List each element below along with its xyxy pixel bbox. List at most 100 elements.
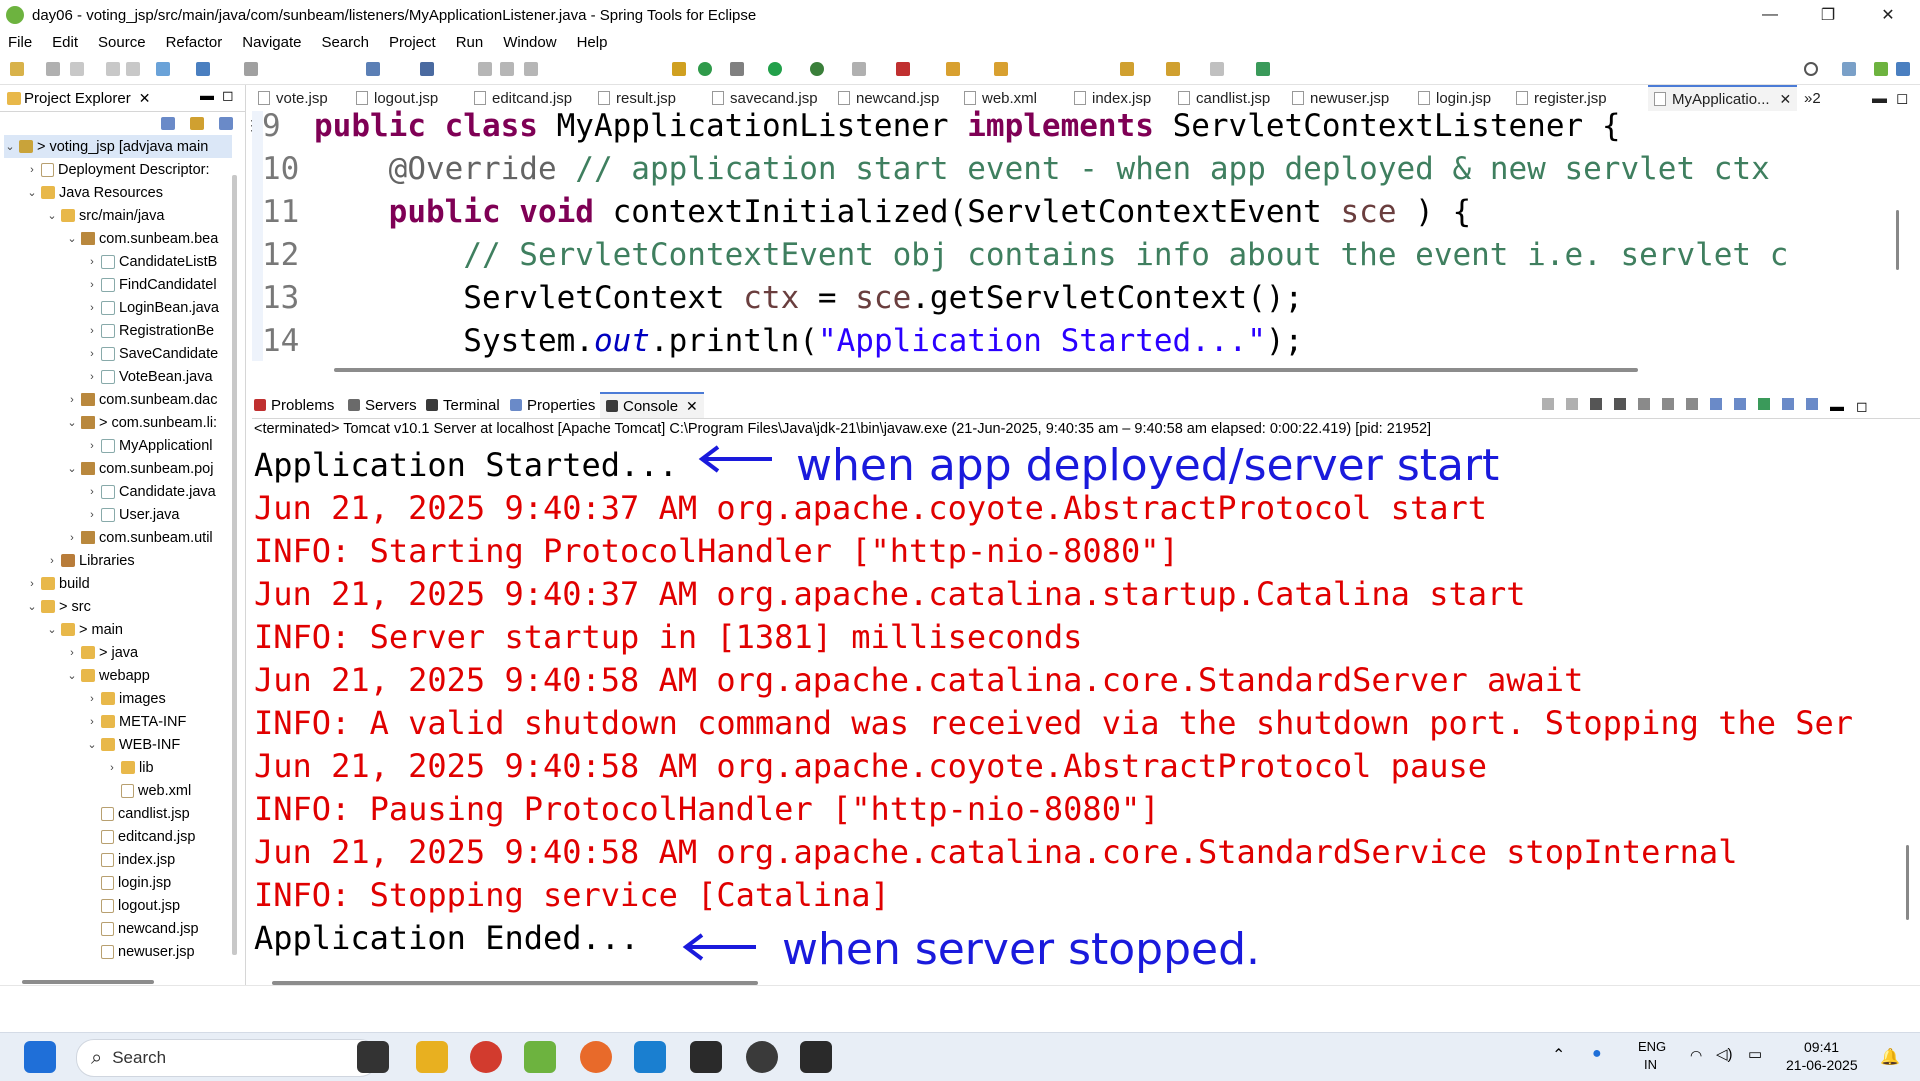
collapsed-chevron-icon[interactable]: › <box>86 256 98 268</box>
expanded-chevron-icon[interactable]: ⌄ <box>66 232 78 245</box>
tree-item[interactable]: ⌄ com.sunbeam.bea <box>66 227 218 250</box>
open-perspective-icon[interactable] <box>1842 62 1856 76</box>
word-wrap-icon[interactable] <box>1686 398 1698 410</box>
microphone-icon[interactable]: ● <box>1592 1045 1602 1063</box>
tree-item[interactable]: › SaveCandidate <box>86 342 218 365</box>
menu-project[interactable]: Project <box>389 34 436 51</box>
firefox-icon[interactable] <box>580 1041 612 1073</box>
pin-console-icon[interactable] <box>1758 398 1770 410</box>
resume-icon[interactable] <box>478 62 492 76</box>
run-coverage-icon[interactable] <box>810 62 824 76</box>
tree-item[interactable]: ⌄ com.sunbeam.poj <box>66 457 213 480</box>
menu-edit[interactable]: Edit <box>52 34 78 51</box>
clock-date[interactable]: 21-06-2025 <box>1786 1057 1858 1073</box>
spring-perspective-icon[interactable] <box>1874 62 1888 76</box>
open-type-icon[interactable] <box>196 62 210 76</box>
terminate-console-icon[interactable] <box>1566 398 1578 410</box>
tree-item[interactable]: › MyApplicationl <box>86 434 212 457</box>
pin-editor-icon[interactable] <box>1256 62 1270 76</box>
tree-item[interactable]: › CandidateListB <box>86 250 217 273</box>
tree-item[interactable]: ⌄ > voting_jsp [advjava main <box>4 135 232 158</box>
menu-source[interactable]: Source <box>98 34 146 51</box>
chrome-icon[interactable] <box>470 1041 502 1073</box>
tree-item[interactable]: login.jsp <box>86 871 171 894</box>
obs-icon[interactable] <box>746 1041 778 1073</box>
collapsed-chevron-icon[interactable]: › <box>86 693 98 705</box>
tree-item[interactable]: › LoginBean.java <box>86 296 219 319</box>
console-maximize-icon[interactable]: ◻ <box>1856 398 1868 415</box>
stop-icon[interactable] <box>852 62 866 76</box>
windows-start-icon[interactable] <box>24 1041 56 1073</box>
save-icon[interactable] <box>46 62 60 76</box>
expanded-chevron-icon[interactable]: ⌄ <box>66 462 78 475</box>
language-indicator[interactable]: ENG <box>1638 1039 1666 1054</box>
tree-item[interactable]: ⌄ webapp <box>66 664 149 687</box>
editor-maximize-icon[interactable]: ◻ <box>1896 85 1908 111</box>
spring-boot-icon[interactable] <box>698 62 712 76</box>
tree-item[interactable]: › Deployment Descriptor: <box>26 158 209 181</box>
search-toolbar-icon[interactable] <box>994 62 1008 76</box>
link-with-editor-icon[interactable] <box>190 117 204 130</box>
task-view-icon[interactable] <box>357 1041 389 1073</box>
tree-item[interactable]: › build <box>26 572 89 595</box>
close-console-icon[interactable]: ✕ <box>686 398 698 415</box>
taskbar-search[interactable]: ⌕ Search <box>76 1039 378 1077</box>
tree-item[interactable]: newcand.jsp <box>86 917 199 940</box>
tree-item[interactable]: candlist.jsp <box>86 802 190 825</box>
external-tools-icon[interactable] <box>896 62 910 76</box>
terminate-icon[interactable] <box>524 62 538 76</box>
collapsed-chevron-icon[interactable]: › <box>66 532 78 544</box>
collapse-all-icon[interactable] <box>161 117 175 130</box>
menu-refactor[interactable]: Refactor <box>166 34 223 51</box>
menu-file[interactable]: File <box>8 34 32 51</box>
tree-item[interactable]: index.jsp <box>86 848 175 871</box>
tree-item[interactable]: ⌄ > main <box>46 618 123 641</box>
close-window-button[interactable]: ✕ <box>1860 0 1916 30</box>
region-indicator[interactable]: IN <box>1644 1057 1657 1072</box>
expanded-chevron-icon[interactable]: ⌄ <box>26 186 38 199</box>
highlight-icon[interactable] <box>672 62 686 76</box>
collapsed-chevron-icon[interactable]: › <box>86 348 98 360</box>
collapsed-chevron-icon[interactable]: › <box>26 164 38 176</box>
menu-search[interactable]: Search <box>321 34 369 51</box>
menu-run[interactable]: Run <box>456 34 484 51</box>
console-vertical-scrollbar[interactable] <box>1906 845 1909 920</box>
search-icon[interactable] <box>1804 62 1818 76</box>
file-explorer-icon[interactable] <box>416 1041 448 1073</box>
clock-time[interactable]: 09:41 <box>1804 1039 1839 1055</box>
close-tab-icon[interactable]: ✕ <box>1780 91 1792 108</box>
save-all-icon[interactable] <box>70 62 84 76</box>
java-perspective-icon[interactable] <box>1896 62 1910 76</box>
collapsed-chevron-icon[interactable]: › <box>86 716 98 728</box>
close-icon[interactable]: ✕ <box>139 90 151 107</box>
debug-settings-icon[interactable] <box>730 62 744 76</box>
minimize-button[interactable]: — <box>1742 0 1798 30</box>
show-on-stdout-icon[interactable] <box>1710 398 1722 410</box>
explorer-vertical-scrollbar[interactable] <box>232 175 237 955</box>
collapsed-chevron-icon[interactable]: › <box>86 509 98 521</box>
remove-terminated-icon[interactable] <box>1614 398 1626 410</box>
display-console-icon[interactable] <box>1782 398 1794 410</box>
remove-all-icon[interactable] <box>1590 398 1602 410</box>
tab-terminal[interactable]: Terminal <box>426 392 500 418</box>
undo-icon[interactable] <box>106 62 120 76</box>
explorer-horizontal-scrollbar[interactable] <box>22 980 154 984</box>
menu-navigate[interactable]: Navigate <box>242 34 301 51</box>
expanded-chevron-icon[interactable]: ⌄ <box>4 140 16 153</box>
expanded-chevron-icon[interactable]: ⌄ <box>66 669 78 682</box>
expanded-chevron-icon[interactable]: ⌄ <box>66 416 78 429</box>
collapsed-chevron-icon[interactable]: › <box>86 279 98 291</box>
snipping-tool-icon[interactable] <box>690 1041 722 1073</box>
tree-item[interactable]: › VoteBean.java <box>86 365 212 388</box>
tree-item[interactable]: › User.java <box>86 503 179 526</box>
tree-item[interactable]: › META-INF <box>86 710 186 733</box>
collapsed-chevron-icon[interactable]: › <box>86 302 98 314</box>
vscode-icon[interactable] <box>634 1041 666 1073</box>
tab-servers[interactable]: Servers <box>348 392 417 418</box>
tree-item[interactable]: › RegistrationBe <box>86 319 214 342</box>
back-icon[interactable] <box>1120 62 1134 76</box>
collapsed-chevron-icon[interactable]: › <box>86 325 98 337</box>
clear-console-icon[interactable] <box>1638 398 1650 410</box>
expanded-chevron-icon[interactable]: ⌄ <box>26 600 38 613</box>
toggle-breakpoint-icon[interactable] <box>244 62 258 76</box>
